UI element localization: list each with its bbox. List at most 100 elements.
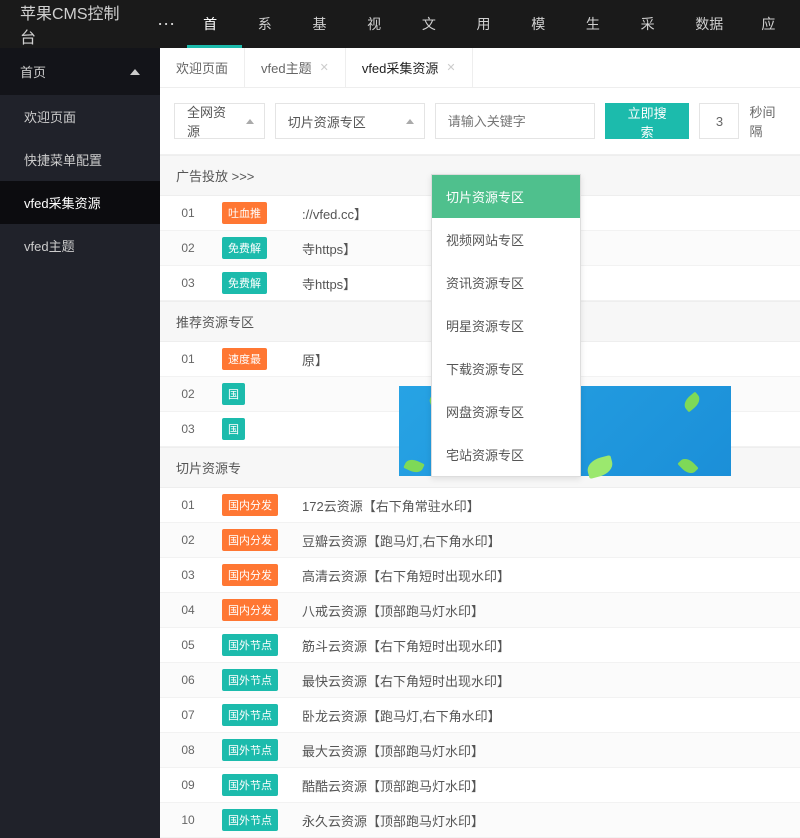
status-badge: 免费解	[222, 272, 267, 294]
row-index: 02	[160, 241, 216, 255]
status-badge: 国外节点	[222, 774, 278, 796]
row-index: 03	[160, 568, 216, 582]
dropdown-option[interactable]: 视频网站专区	[432, 218, 580, 261]
sidebar-head[interactable]: 首页	[0, 48, 160, 95]
category-dropdown: 切片资源专区视频网站专区资讯资源专区明星资源专区下载资源专区网盘资源专区宅站资源…	[431, 174, 581, 477]
dropdown-option[interactable]: 资讯资源专区	[432, 261, 580, 304]
table-row[interactable]: 06国外节点最快云资源【右下角短时出现水印】	[160, 663, 800, 698]
row-tag-cell: 国外节点	[216, 739, 298, 761]
row-tag-cell: 国外节点	[216, 669, 298, 691]
dropdown-option[interactable]: 明星资源专区	[432, 304, 580, 347]
nav-item[interactable]: 生成	[570, 0, 625, 48]
caret-icon	[246, 119, 254, 124]
sidebar-head-label: 首页	[20, 62, 46, 81]
table-row[interactable]: 10国外节点永久云资源【顶部跑马灯水印】	[160, 803, 800, 838]
collapse-icon	[130, 69, 140, 75]
row-tag-cell: 国	[216, 418, 298, 440]
nav-item[interactable]: 视频	[351, 0, 406, 48]
status-badge: 国内分发	[222, 494, 278, 516]
nav-item[interactable]: 首页	[187, 0, 242, 48]
dropdown-option[interactable]: 下载资源专区	[432, 347, 580, 390]
row-tag-cell: 速度最	[216, 348, 298, 370]
row-description: 豆瓣云资源【跑马灯,右下角水印】	[298, 531, 800, 550]
row-description: 最大云资源【顶部跑马灯水印】	[298, 741, 800, 760]
select-category[interactable]: 切片资源专区	[275, 103, 425, 139]
sidebar-item[interactable]: vfed采集资源	[0, 181, 160, 224]
row-tag-cell: 国内分发	[216, 599, 298, 621]
nav-item[interactable]: 用户	[461, 0, 516, 48]
leaf-icon	[585, 455, 615, 479]
row-index: 01	[160, 352, 216, 366]
status-badge: 国外节点	[222, 809, 278, 831]
row-tag-cell: 国外节点	[216, 809, 298, 831]
table-row[interactable]: 04国内分发八戒云资源【顶部跑马灯水印】	[160, 593, 800, 628]
dropdown-option[interactable]: 网盘资源专区	[432, 390, 580, 433]
row-tag-cell: 国	[216, 383, 298, 405]
nav-item[interactable]: 采集	[625, 0, 680, 48]
status-badge: 国内分发	[222, 599, 278, 621]
row-description: 最快云资源【右下角短时出现水印】	[298, 671, 800, 690]
nav-item[interactable]: 数据库	[679, 0, 745, 48]
nav-item[interactable]: 模版	[515, 0, 570, 48]
row-tag-cell: 吐血推	[216, 202, 298, 224]
more-icon[interactable]: ⋯	[145, 14, 187, 35]
dropdown-option[interactable]: 宅站资源专区	[432, 433, 580, 476]
dropdown-option[interactable]: 切片资源专区	[432, 175, 580, 218]
tab[interactable]: vfed采集资源✕	[346, 48, 473, 87]
row-description: 筋斗云资源【右下角短时出现水印】	[298, 636, 800, 655]
row-index: 02	[160, 387, 216, 401]
row-description: 永久云资源【顶部跑马灯水印】	[298, 811, 800, 830]
close-icon[interactable]: ✕	[446, 61, 455, 74]
row-index: 05	[160, 638, 216, 652]
status-badge: 国外节点	[222, 704, 278, 726]
status-badge: 国	[222, 383, 245, 405]
table-row[interactable]: 01国内分发172云资源【右下角常驻水印】	[160, 488, 800, 523]
toolbar: 全网资源 切片资源专区 立即搜索 秒间隔	[160, 88, 800, 155]
search-button[interactable]: 立即搜索	[605, 103, 690, 139]
status-badge: 国	[222, 418, 245, 440]
search-input[interactable]	[435, 103, 595, 139]
row-tag-cell: 国外节点	[216, 774, 298, 796]
row-description: 卧龙云资源【跑马灯,右下角水印】	[298, 706, 800, 725]
table-row[interactable]: 03国内分发高清云资源【右下角短时出现水印】	[160, 558, 800, 593]
nav-item[interactable]: 文章	[406, 0, 461, 48]
row-index: 09	[160, 778, 216, 792]
main-content: 欢迎页面vfed主题✕vfed采集资源✕ 全网资源 切片资源专区 立即搜索 秒间…	[160, 48, 800, 838]
row-tag-cell: 国内分发	[216, 529, 298, 551]
table-row[interactable]: 07国外节点卧龙云资源【跑马灯,右下角水印】	[160, 698, 800, 733]
sidebar-item[interactable]: 欢迎页面	[0, 95, 160, 138]
sidebar-item[interactable]: 快捷菜单配置	[0, 138, 160, 181]
status-badge: 吐血推	[222, 202, 267, 224]
status-badge: 国外节点	[222, 634, 278, 656]
table-row[interactable]: 08 国外节点 最大云资源【顶部跑马灯水印】	[160, 733, 800, 768]
nav-item[interactable]: 基础	[296, 0, 351, 48]
tab[interactable]: 欢迎页面	[160, 48, 245, 87]
leaf-icon	[403, 457, 424, 475]
interval-suffix: 秒间隔	[749, 102, 786, 140]
nav-item[interactable]: 应用	[745, 0, 800, 48]
interval-input[interactable]	[699, 103, 739, 139]
sidebar-item[interactable]: vfed主题	[0, 224, 160, 267]
tab-bar: 欢迎页面vfed主题✕vfed采集资源✕	[160, 48, 800, 88]
select-scope[interactable]: 全网资源	[174, 103, 265, 139]
table-row[interactable]: 09 国外节点 酷酷云资源【顶部跑马灯水印】	[160, 768, 800, 803]
brand-title: 苹果CMS控制台	[0, 0, 145, 48]
select-category-value: 切片资源专区	[288, 112, 366, 131]
status-badge: 免费解	[222, 237, 267, 259]
close-icon[interactable]: ✕	[320, 61, 329, 74]
row-index: 08	[160, 743, 216, 757]
caret-icon	[406, 119, 414, 124]
row-index: 03	[160, 422, 216, 436]
table-row[interactable]: 05 国外节点 筋斗云资源【右下角短时出现水印】	[160, 628, 800, 663]
row-description: 酷酷云资源【顶部跑马灯水印】	[298, 776, 800, 795]
status-badge: 国外节点	[222, 739, 278, 761]
leaf-icon	[677, 455, 698, 476]
status-badge: 速度最	[222, 348, 267, 370]
row-index: 01	[160, 498, 216, 512]
row-description: 八戒云资源【顶部跑马灯水印】	[298, 601, 800, 620]
nav-item[interactable]: 系统	[242, 0, 297, 48]
sidebar: 首页 欢迎页面快捷菜单配置vfed采集资源vfed主题	[0, 48, 160, 838]
tab[interactable]: vfed主题✕	[245, 48, 346, 87]
table-row[interactable]: 02国内分发豆瓣云资源【跑马灯,右下角水印】	[160, 523, 800, 558]
row-tag-cell: 国内分发	[216, 494, 298, 516]
